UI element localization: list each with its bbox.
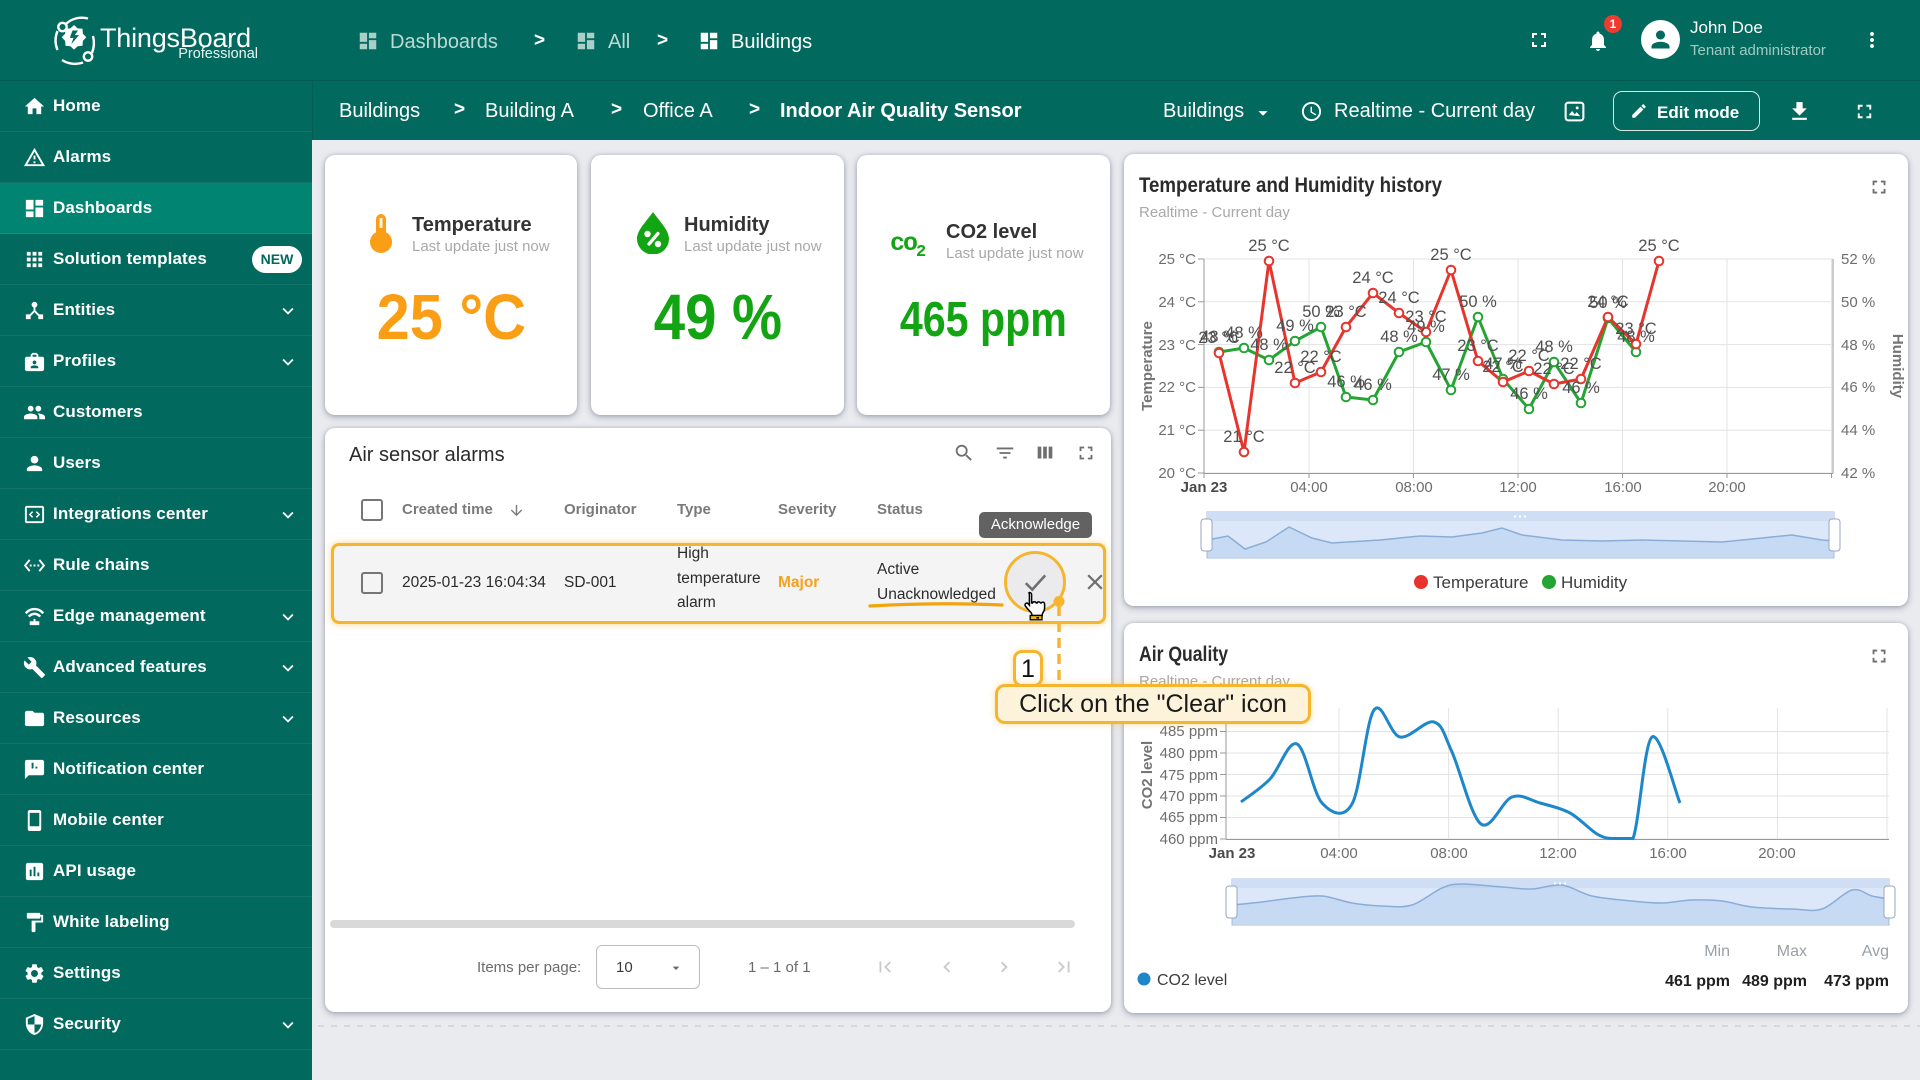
svg-text:25 °C: 25 °C (1638, 237, 1680, 255)
svg-text:Avg: Avg (1862, 943, 1889, 960)
svg-text:25 °C: 25 °C (1248, 237, 1290, 255)
svg-text:Jan 23: Jan 23 (1181, 479, 1228, 496)
svg-text:23 °C: 23 °C (1325, 303, 1367, 321)
svg-text:48 %: 48 % (1250, 336, 1288, 354)
svg-text:46 %: 46 % (1841, 379, 1875, 396)
svg-text:465 ppm: 465 ppm (1160, 809, 1218, 826)
svg-text:24 °C: 24 °C (1378, 289, 1420, 307)
svg-text:Air Quality: Air Quality (1139, 643, 1228, 666)
svg-text:44 %: 44 % (1841, 422, 1875, 439)
svg-text:25 °C: 25 °C (1158, 251, 1196, 268)
svg-text:473 ppm: 473 ppm (1824, 973, 1889, 990)
svg-text:Max: Max (1777, 943, 1807, 960)
svg-text:04:00: 04:00 (1290, 479, 1328, 496)
svg-text:46 %: 46 % (1354, 376, 1392, 394)
svg-text:Temperature: Temperature (1433, 573, 1528, 592)
svg-text:08:00: 08:00 (1395, 479, 1433, 496)
svg-text:22 °C: 22 °C (1300, 348, 1342, 366)
svg-text:489 ppm: 489 ppm (1742, 973, 1807, 990)
svg-text:475 ppm: 475 ppm (1160, 767, 1218, 784)
svg-text:04:00: 04:00 (1320, 845, 1358, 862)
svg-text:24 °C: 24 °C (1158, 294, 1196, 311)
svg-text:22 °C: 22 °C (1560, 355, 1602, 373)
svg-text:23 °C: 23 °C (1198, 329, 1240, 347)
svg-text:46 %: 46 % (1510, 385, 1548, 403)
svg-text:16:00: 16:00 (1649, 845, 1687, 862)
svg-text:22 °C: 22 °C (1158, 379, 1196, 396)
svg-text:25 °C: 25 °C (1430, 246, 1472, 264)
svg-text:12:00: 12:00 (1499, 479, 1537, 496)
svg-text:50 %: 50 % (1459, 293, 1497, 311)
svg-text:12:00: 12:00 (1539, 845, 1577, 862)
svg-text:Humidity: Humidity (1889, 334, 1906, 399)
svg-text:Realtime - Current day: Realtime - Current day (1139, 204, 1290, 221)
svg-text:42 %: 42 % (1841, 465, 1875, 482)
svg-text:08:00: 08:00 (1430, 845, 1468, 862)
svg-text:52 %: 52 % (1841, 251, 1875, 268)
svg-text:Temperature: Temperature (1139, 321, 1156, 411)
svg-text:470 ppm: 470 ppm (1160, 788, 1218, 805)
svg-text:23 °C: 23 °C (1405, 308, 1447, 326)
svg-text:23 °C: 23 °C (1615, 320, 1657, 338)
svg-text:46 %: 46 % (1562, 379, 1600, 397)
svg-text:Jan 23: Jan 23 (1209, 845, 1256, 862)
svg-text:16:00: 16:00 (1604, 479, 1642, 496)
svg-text:CO2 level: CO2 level (1157, 972, 1227, 989)
svg-text:24 °C: 24 °C (1352, 269, 1394, 287)
svg-text:21 °C: 21 °C (1223, 428, 1265, 446)
svg-text:48 %: 48 % (1841, 337, 1875, 354)
svg-text:CO2 level: CO2 level (1139, 741, 1156, 809)
svg-text:20:00: 20:00 (1708, 479, 1746, 496)
svg-text:50 %: 50 % (1841, 294, 1875, 311)
svg-text:47 %: 47 % (1432, 366, 1470, 384)
svg-text:24 °C: 24 °C (1587, 293, 1629, 311)
svg-text:20:00: 20:00 (1758, 845, 1796, 862)
svg-text:Humidity: Humidity (1561, 573, 1628, 592)
svg-text:480 ppm: 480 ppm (1160, 745, 1218, 762)
svg-text:Min: Min (1704, 943, 1730, 960)
svg-text:485 ppm: 485 ppm (1160, 723, 1218, 740)
svg-text:461 ppm: 461 ppm (1665, 973, 1730, 990)
svg-text:23 °C: 23 °C (1457, 337, 1499, 355)
svg-text:Temperature and Humidity histo: Temperature and Humidity history (1139, 174, 1442, 197)
svg-text:21 °C: 21 °C (1158, 422, 1196, 439)
svg-text:23 °C: 23 °C (1158, 337, 1196, 354)
